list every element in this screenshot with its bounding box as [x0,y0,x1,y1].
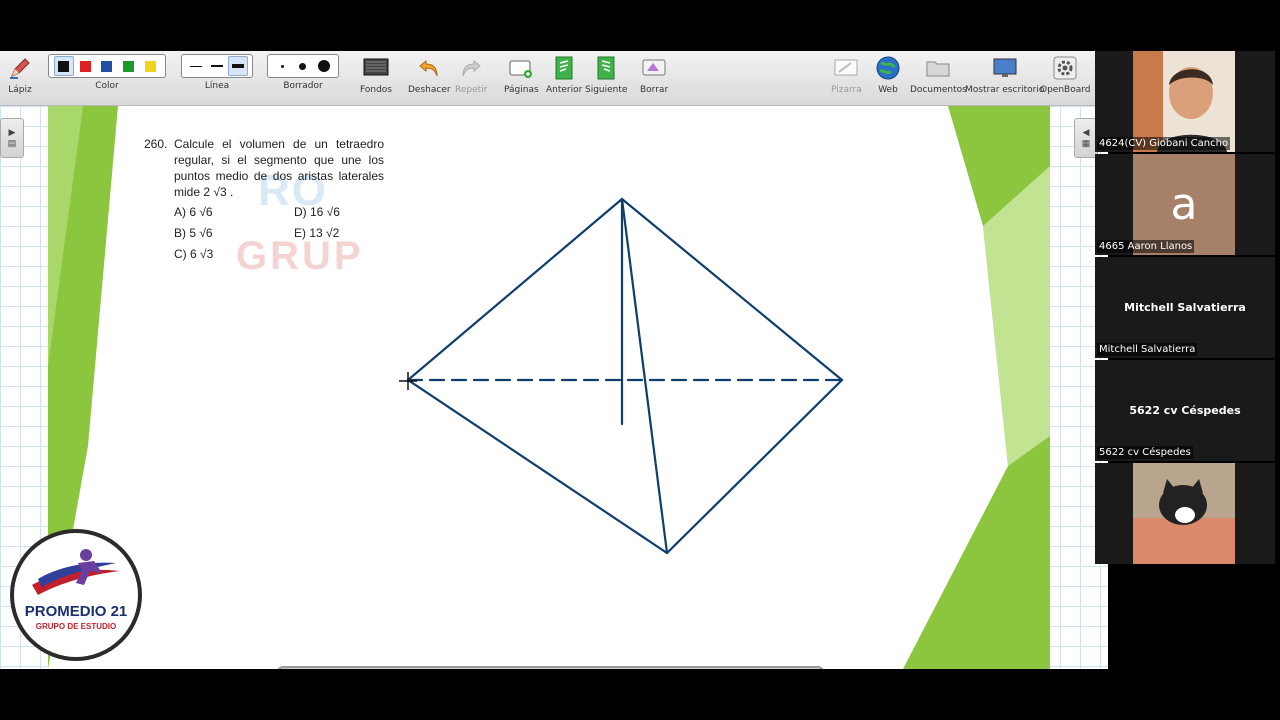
add-page-icon [507,54,535,82]
color-palette: Color [48,54,166,91]
monitor-icon [991,54,1019,82]
documents-label: Documentos [910,85,967,95]
edge-left-apex [406,197,624,382]
redo-button[interactable]: Repetir [455,54,487,95]
color-black[interactable] [53,56,74,76]
eraser-size-selector: Borrador [267,54,339,91]
erase-all-icon [640,54,668,82]
chevron-right-icon: ▶ [8,127,16,137]
line-width-selector: Línea [181,54,253,91]
web-label: Web [878,85,898,95]
next-label: Siguiente [585,85,628,95]
backgrounds-label: Fondos [360,85,392,95]
undo-label: Deshacer [408,85,451,95]
erase-label: Borrar [640,85,669,95]
previous-page-button[interactable]: Anterior [546,54,582,95]
previous-label: Anterior [546,85,583,95]
backgrounds-button[interactable]: Fondos [360,54,392,95]
logo-title: PROMEDIO 21 [24,603,128,620]
stylus-palette: AI [277,666,824,669]
previous-page-icon [550,54,578,82]
undo-icon [415,54,443,82]
participant-center-name: Mitchell Salvatierra [1124,301,1246,314]
next-page-icon [592,54,620,82]
folder-icon [924,54,952,82]
tetrahedron-drawing[interactable] [48,106,1050,669]
participant-name: Mitchell Salvatierra [1097,343,1198,356]
page-list-icon: ▤ [7,138,17,148]
board-page[interactable]: RO GRUP 260. Calcule el volumen de un te… [48,106,1050,669]
pen-tool[interactable]: Lápiz [6,54,34,95]
openboard-label: OpenBoard [1040,85,1091,95]
line-thick[interactable] [227,56,248,76]
board-label: Pizarra [831,85,862,95]
edge-apex-bottom [620,197,669,555]
promedio-logo: PROMEDIO 21 GRUPO DE ESTUDIO [10,529,142,661]
line-thin[interactable] [186,56,206,76]
main-toolbar: Lápiz Color Línea Borrador Fondos Deshac… [0,51,1108,106]
edge-right-bottom [665,378,844,555]
chevron-left-icon: ◀ [1082,127,1090,137]
eraser-medium[interactable] [293,56,313,76]
edge-apex-right [620,197,844,382]
color-label: Color [95,81,119,91]
cat-video-icon [1133,463,1235,564]
board-mode-button[interactable]: Pizarra [831,54,862,95]
line-medium[interactable] [207,56,227,76]
eraser-label: Borrador [283,81,323,91]
participant-center-name: 5622 cv Céspedes [1129,404,1241,417]
globe-icon [874,54,902,82]
openboard-window: Lápiz Color Línea Borrador Fondos Deshac… [0,51,1108,669]
show-desktop-button[interactable]: Mostrar escritorio [965,54,1044,95]
participant-name: 4665 Aaron Llanos [1097,240,1195,253]
redo-icon [457,54,485,82]
openboard-menu-button[interactable]: OpenBoard [1040,54,1091,95]
eraser-small[interactable] [272,56,292,76]
pen-label: Lápiz [8,85,32,95]
pages-label: Páginas [504,85,539,95]
participant-tile-5[interactable] [1095,463,1275,564]
redo-label: Repetir [455,85,488,95]
left-panel-toggle[interactable]: ▶ ▤ [0,118,24,158]
participants-panel: 4624(CV) Giobani Cancho a 4665 Aaron Lla… [1095,51,1280,564]
pen-icon [6,54,34,82]
board-icon [832,54,860,82]
documents-button[interactable]: Documentos [910,54,967,95]
color-yellow[interactable] [140,56,160,76]
color-blue[interactable] [97,56,117,76]
color-green[interactable] [119,56,139,76]
participant-tile-3[interactable]: Mitchell Salvatierra Mitchell Salvatierr… [1095,257,1275,358]
gear-icon [1051,54,1079,82]
edge-left-bottom [406,378,669,555]
screen: Lápiz Color Línea Borrador Fondos Deshac… [0,0,1280,720]
color-red[interactable] [75,56,95,76]
web-button[interactable]: Web [874,54,902,95]
color-swatch-black [58,60,70,72]
next-page-button[interactable]: Siguiente [585,54,627,95]
participant-video [1133,463,1235,564]
erase-all-button[interactable]: Borrar [640,54,668,95]
participant-name: 5622 cv Céspedes [1097,446,1193,459]
library-icon: ▦ [1081,138,1091,148]
board-canvas[interactable]: ▶ ▤ ◀ ▦ RO GRUP 260. Calcule el volumen … [0,106,1108,669]
logo-subtitle: GRUPO DE ESTUDIO [35,622,117,631]
runner-logo-icon [32,549,120,595]
desktop-label: Mostrar escritorio [965,85,1045,95]
participant-tile-2[interactable]: a 4665 Aaron Llanos [1095,154,1275,255]
line-label: Línea [204,81,230,91]
undo-button[interactable]: Deshacer [408,54,451,95]
backgrounds-icon [362,54,390,82]
eraser-large[interactable] [314,56,334,76]
participant-tile-4[interactable]: 5622 cv Céspedes 5622 cv Céspedes [1095,360,1275,461]
pages-button[interactable]: Páginas [504,54,539,95]
participant-name: 4624(CV) Giobani Cancho [1097,137,1231,150]
participant-tile-1[interactable]: 4624(CV) Giobani Cancho [1095,51,1275,152]
